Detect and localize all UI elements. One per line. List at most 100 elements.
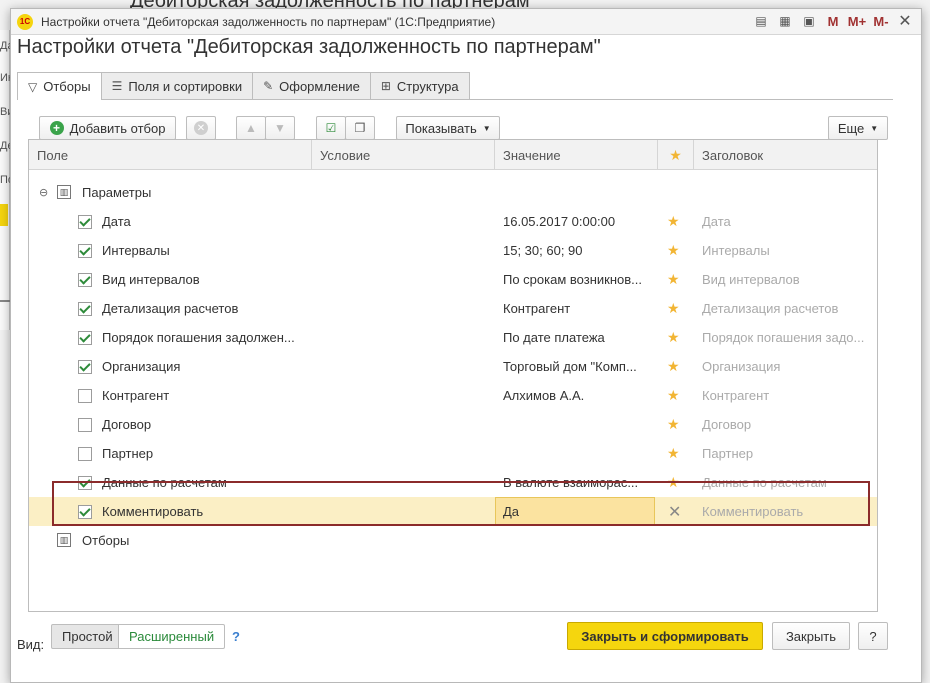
row-checkbox[interactable] xyxy=(78,215,92,229)
row-checkbox[interactable] xyxy=(78,447,92,461)
table-row[interactable]: Организация Торговый дом "Комп... ★ Организ… xyxy=(29,352,877,381)
row-checkbox[interactable] xyxy=(78,418,92,432)
row-title[interactable]: Вид интервалов xyxy=(702,265,800,294)
view-help-link[interactable]: ? xyxy=(232,629,240,644)
row-checkbox[interactable] xyxy=(78,360,92,374)
row-checkbox[interactable] xyxy=(78,331,92,345)
help-button[interactable]: ? xyxy=(858,622,888,650)
filters-grid: Поле Условие Значение ★ Заголовок ⊖ ▥ Па… xyxy=(28,139,878,612)
calculator-icon[interactable]: ▦ xyxy=(777,13,793,29)
row-value[interactable]: 15; 30; 60; 90 xyxy=(503,236,583,265)
brush-icon: ✎ xyxy=(263,79,274,93)
header-star[interactable]: ★ xyxy=(658,140,694,170)
calendar-icon[interactable]: ▣ xyxy=(801,13,817,29)
close-button[interactable]: Закрыть xyxy=(772,622,850,650)
check-all-button[interactable]: ☑ xyxy=(316,116,346,140)
delete-filter-button[interactable]: ✕ xyxy=(186,116,216,140)
star-icon[interactable]: ★ xyxy=(667,236,680,265)
close-window-icon[interactable]: ✕ xyxy=(897,13,913,30)
table-row[interactable]: Дата 16.05.2017 0:00:00 ★ Дата xyxy=(29,207,877,236)
background-divider xyxy=(0,300,10,302)
group-row-parameters[interactable]: ⊖ ▥ Параметры xyxy=(29,178,877,207)
table-row[interactable]: Вид интервалов По срокам возникнов... ★ Вид… xyxy=(29,265,877,294)
collapse-icon[interactable]: ⊖ xyxy=(39,178,48,207)
row-title[interactable]: Договор xyxy=(702,410,751,439)
row-title[interactable]: Интервалы xyxy=(702,236,770,265)
uncheck-all-button[interactable]: ❐ xyxy=(345,116,375,140)
chevron-down-icon: ▼ xyxy=(870,123,879,133)
table-row[interactable]: Интервалы 15; 30; 60; 90 ★ Интервалы xyxy=(29,236,877,265)
tab-filters[interactable]: ▽ Отборы xyxy=(17,72,102,100)
row-value[interactable]: Контрагент xyxy=(503,294,570,323)
tab-appearance[interactable]: ✎ Оформление xyxy=(252,72,371,99)
add-filter-button[interactable]: + Добавить отбор xyxy=(39,116,176,140)
star-icon[interactable]: ★ xyxy=(667,265,680,294)
row-value[interactable]: Алхимов А.А. xyxy=(503,381,584,410)
row-checkbox[interactable] xyxy=(78,302,92,316)
header-condition[interactable]: Условие xyxy=(312,140,495,170)
row-title[interactable]: Контрагент xyxy=(702,381,769,410)
row-checkbox[interactable] xyxy=(78,244,92,258)
row-value[interactable]: По дате платежа xyxy=(503,323,605,352)
show-dropdown-button[interactable]: Показывать ▼ xyxy=(396,116,500,140)
header-title[interactable]: Заголовок xyxy=(694,140,877,170)
row-field: Партнер xyxy=(102,446,154,461)
row-title[interactable]: Партнер xyxy=(702,439,753,468)
row-checkbox[interactable] xyxy=(78,389,92,403)
view-simple-button[interactable]: Простой xyxy=(51,624,124,649)
settings-tabs: ▽ Отборы ☰ Поля и сортировки ✎ Оформлени… xyxy=(17,72,470,100)
star-icon[interactable]: ★ xyxy=(667,207,680,236)
row-field: Дата xyxy=(102,214,131,229)
print-icon[interactable]: ▤ xyxy=(753,13,769,29)
group-row-filters[interactable]: ▥ Отборы xyxy=(29,526,877,555)
1c-logo-icon: 1С xyxy=(17,13,33,30)
table-row[interactable]: Партнер ★ Партнер xyxy=(29,439,877,468)
more-button[interactable]: Еще ▼ xyxy=(828,116,888,140)
row-title[interactable]: Порядок погашения задо... xyxy=(702,323,864,352)
star-icon[interactable]: ★ xyxy=(667,294,680,323)
move-down-button[interactable]: ▼ xyxy=(265,116,295,140)
row-value[interactable]: Торговый дом "Комп... xyxy=(503,352,637,381)
row-checkbox[interactable] xyxy=(78,273,92,287)
view-extended-button[interactable]: Расширенный xyxy=(118,624,226,649)
grid-header: Поле Условие Значение ★ Заголовок xyxy=(29,140,877,170)
tab-label: Структура xyxy=(396,78,459,94)
table-row[interactable]: Контрагент Алхимов А.А. ★ Контрагент xyxy=(29,381,877,410)
star-icon[interactable]: ★ xyxy=(667,381,680,410)
row-title[interactable]: Дата xyxy=(702,207,731,236)
arrow-down-icon: ▼ xyxy=(274,121,286,135)
background-yellow-button xyxy=(0,204,8,226)
memory-m-icon[interactable]: M xyxy=(825,13,841,29)
table-row[interactable]: Договор ★ Договор xyxy=(29,410,877,439)
header-value[interactable]: Значение xyxy=(495,140,658,170)
header-field[interactable]: Поле xyxy=(29,140,312,170)
group-label: Отборы xyxy=(82,533,130,548)
parameters-icon: ▥ xyxy=(57,185,71,199)
row-value[interactable]: По срокам возникнов... xyxy=(503,265,642,294)
more-label: Еще xyxy=(837,120,865,136)
row-value[interactable]: 16.05.2017 0:00:00 xyxy=(503,207,615,236)
title-bar-icons: ▤ ▦ ▣ M M+ M- ✕ xyxy=(753,13,913,30)
star-icon[interactable]: ★ xyxy=(667,352,680,381)
star-icon[interactable]: ★ xyxy=(667,410,680,439)
tab-label: Отборы xyxy=(43,79,91,94)
tab-structure[interactable]: ⊞ Структура xyxy=(369,72,470,99)
tab-fields-sorting[interactable]: ☰ Поля и сортировки xyxy=(100,72,254,99)
window-title: Настройки отчета "Дебиторская задолженно… xyxy=(41,14,496,29)
memory-m-plus-icon[interactable]: M+ xyxy=(848,13,866,29)
add-icon: + xyxy=(49,121,64,135)
close-and-generate-button[interactable]: Закрыть и сформировать xyxy=(567,622,763,650)
highlight-frame xyxy=(52,481,870,526)
filters-group-icon: ▥ xyxy=(57,533,71,547)
table-row[interactable]: Детализация расчетов Контрагент ★ Детализац… xyxy=(29,294,877,323)
show-label: Показывать xyxy=(405,120,477,136)
move-up-button[interactable]: ▲ xyxy=(236,116,266,140)
row-title[interactable]: Организация xyxy=(702,352,780,381)
tab-label: Оформление xyxy=(279,78,360,94)
memory-m-minus-icon[interactable]: M- xyxy=(873,13,889,29)
star-icon[interactable]: ★ xyxy=(667,439,680,468)
star-icon[interactable]: ★ xyxy=(667,323,680,352)
chevron-down-icon: ▼ xyxy=(482,123,491,133)
row-title[interactable]: Детализация расчетов xyxy=(702,294,838,323)
table-row[interactable]: Порядок погашения задолжен... По дате пла… xyxy=(29,323,877,352)
